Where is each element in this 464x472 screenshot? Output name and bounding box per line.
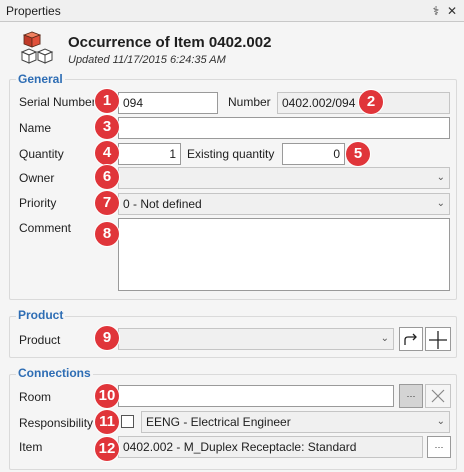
owner-dropdown[interactable]: ⌄ bbox=[118, 167, 450, 189]
owner-label: Owner bbox=[19, 171, 55, 185]
comment-field[interactable] bbox=[118, 218, 450, 291]
responsibility-label: Responsibility bbox=[19, 416, 94, 430]
existing-quantity-field[interactable]: 0 bbox=[282, 143, 345, 165]
product-dropdown[interactable]: ⌄ bbox=[118, 328, 394, 350]
add-product-button[interactable] bbox=[425, 327, 451, 351]
pin-icon[interactable]: ⚕ bbox=[428, 3, 444, 19]
responsibility-checkbox[interactable] bbox=[121, 415, 134, 428]
page-title: Occurrence of Item 0402.002 bbox=[68, 34, 272, 51]
priority-value: 0 - Not defined bbox=[123, 197, 202, 211]
annotation-badge-12: 12 bbox=[95, 437, 119, 461]
annotation-badge-6: 6 bbox=[95, 165, 119, 189]
responsibility-value: EENG - Electrical Engineer bbox=[146, 415, 291, 429]
general-group-title: General bbox=[16, 72, 65, 86]
room-field[interactable] bbox=[118, 385, 394, 407]
priority-label: Priority bbox=[19, 196, 57, 210]
properties-titlebar: Properties ⚕ ✕ bbox=[0, 0, 464, 22]
chevron-down-icon: ⌄ bbox=[380, 333, 389, 344]
annotation-badge-5: 5 bbox=[346, 142, 370, 166]
annotation-badge-2: 2 bbox=[359, 90, 383, 114]
annotation-badge-3: 3 bbox=[95, 115, 119, 139]
annotation-badge-4: 4 bbox=[95, 141, 119, 165]
name-field[interactable] bbox=[118, 117, 450, 139]
quantity-field[interactable]: 1 bbox=[118, 143, 181, 165]
connections-group-title: Connections bbox=[16, 366, 93, 380]
plus-icon bbox=[429, 331, 447, 349]
clear-room-button[interactable] bbox=[425, 384, 451, 408]
product-group-title: Product bbox=[16, 308, 66, 322]
annotation-badge-1: 1 bbox=[95, 89, 119, 113]
redirect-arrow-icon bbox=[404, 333, 417, 345]
room-label: Room bbox=[19, 390, 52, 404]
item-label: Item bbox=[19, 440, 43, 454]
annotation-badge-10: 10 bbox=[95, 384, 119, 408]
goto-product-button[interactable] bbox=[399, 327, 423, 351]
responsibility-dropdown[interactable]: EENG - Electrical Engineer ⌄ bbox=[141, 411, 450, 433]
cube-stack-icon bbox=[20, 31, 54, 64]
chevron-down-icon: ⌄ bbox=[436, 416, 445, 427]
serial-number-field[interactable]: 094 bbox=[118, 92, 218, 114]
annotation-badge-9: 9 bbox=[95, 326, 119, 350]
item-field: 0402.002 - M_Duplex Receptacle: Standard bbox=[118, 436, 423, 458]
existing-quantity-label: Existing quantity bbox=[187, 147, 275, 161]
chevron-down-icon: ⌄ bbox=[436, 198, 445, 209]
chevron-down-icon: ⌄ bbox=[436, 172, 445, 183]
comment-label: Comment bbox=[19, 221, 72, 235]
annotation-badge-7: 7 bbox=[95, 191, 119, 215]
room-browse-button[interactable]: ··· bbox=[399, 384, 423, 408]
number-label: Number bbox=[228, 95, 271, 109]
quantity-label: Quantity bbox=[19, 147, 64, 161]
item-browse-button[interactable]: ··· bbox=[427, 436, 451, 458]
product-label: Product bbox=[19, 333, 61, 347]
close-icon[interactable]: ✕ bbox=[444, 3, 460, 19]
annotation-badge-11: 11 bbox=[95, 410, 119, 434]
serial-number-label: Serial Number bbox=[19, 95, 96, 109]
window-title: Properties bbox=[6, 4, 61, 18]
close-icon bbox=[431, 389, 445, 403]
name-label: Name bbox=[19, 121, 52, 135]
priority-dropdown[interactable]: 0 - Not defined ⌄ bbox=[118, 193, 450, 215]
annotation-badge-8: 8 bbox=[95, 222, 119, 246]
updated-timestamp: Updated 11/17/2015 6:24:35 AM bbox=[68, 54, 226, 66]
